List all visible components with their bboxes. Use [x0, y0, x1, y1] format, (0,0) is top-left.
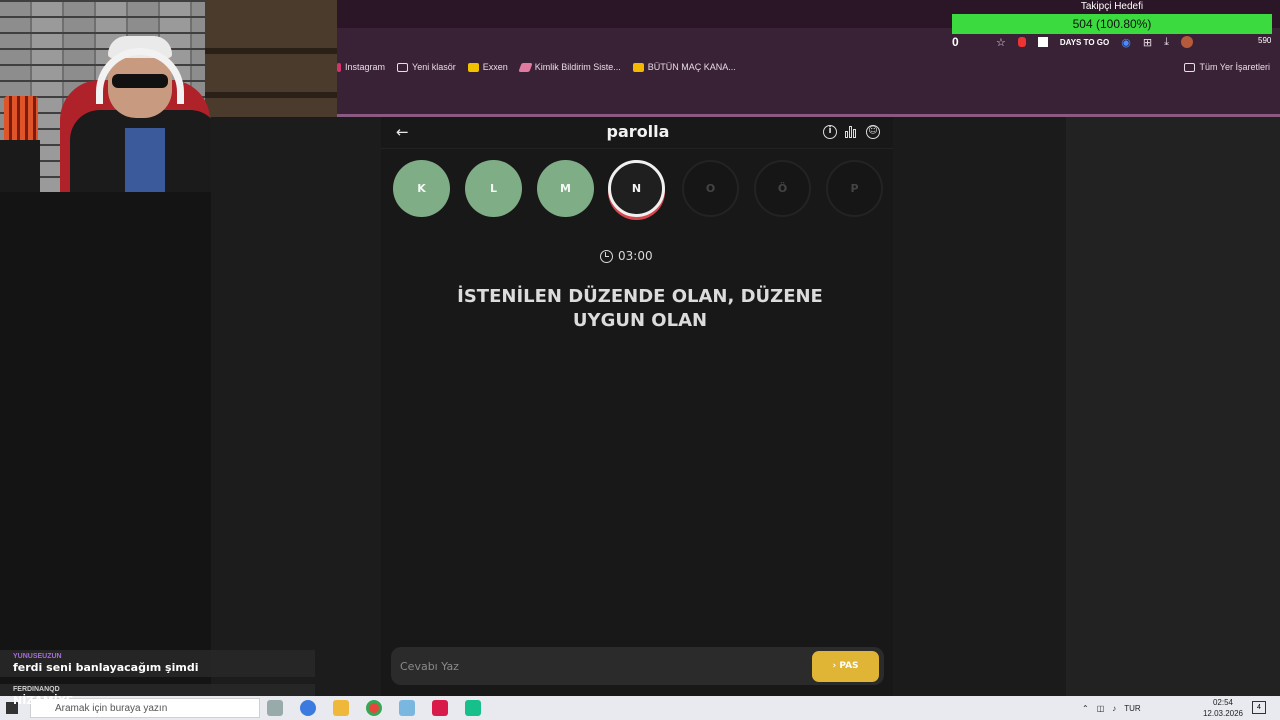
streak-number: 590: [1258, 36, 1272, 45]
goal-title: Takipçi Hedefi: [1080, 1, 1144, 12]
chat-message: YUNUSEUZUN ferdi seni banlayacağım şimdi: [0, 650, 315, 677]
bookmark-mac[interactable]: BÜTÜN MAÇ KANA...: [632, 62, 736, 72]
system-tray: ⌃ ◫ ♪ TUR: [1082, 700, 1141, 716]
chrome-icon[interactable]: [366, 700, 382, 716]
app-icon[interactable]: [399, 700, 415, 716]
bookmark-instagram[interactable]: Instagram: [337, 62, 385, 72]
letter-l: L: [465, 160, 522, 217]
clock-icon: [600, 249, 613, 263]
letter-k: K: [393, 160, 450, 217]
extension-red-icon[interactable]: [1017, 37, 1026, 47]
letter-m: M: [537, 160, 594, 217]
jp-icon: [632, 62, 644, 72]
chevron-up-icon[interactable]: ⌃: [1082, 704, 1089, 713]
right-margin: [893, 117, 1066, 696]
chat-text: ferdi seni banlayacağım şimdi: [13, 661, 199, 674]
star-icon[interactable]: ☆: [996, 36, 1006, 49]
sunglasses: [112, 74, 168, 88]
bookmark-exxen[interactable]: Exxen: [467, 62, 508, 72]
shelf-board: [205, 92, 337, 98]
task-view-icon[interactable]: [267, 700, 283, 716]
right-panel: [1066, 117, 1280, 696]
timer: 03:00: [600, 247, 680, 265]
audio-icon[interactable]: ◉: [1121, 36, 1131, 49]
bookmark-kimlik[interactable]: Kimlik Bildirim Siste...: [518, 62, 621, 72]
letter-o: O: [682, 160, 739, 217]
timer-value: 03:00: [618, 249, 653, 263]
taskbar-clock[interactable]: 02:54 12.03.2026: [1198, 697, 1248, 719]
left-panel: [0, 192, 211, 696]
speaker-icon[interactable]: ♪: [1112, 704, 1116, 713]
goal-progress-bar: 504 (100.80%): [952, 14, 1272, 34]
bookmark-folder[interactable]: Yeni klasör: [397, 62, 456, 72]
folder-icon: [1184, 62, 1196, 72]
language-indicator[interactable]: TUR: [1124, 704, 1140, 713]
streamer-shirt: [125, 128, 165, 192]
browser-content-header: [337, 80, 1280, 117]
app-icon[interactable]: [432, 700, 448, 716]
browser-action-icons: ☆ DAYS TO GO ◉ ⊞ ⤓: [996, 34, 1193, 50]
folder-icon: [397, 62, 409, 72]
days-to-go-extension[interactable]: DAYS TO GO: [1060, 38, 1109, 47]
shelf-board: [205, 48, 337, 54]
microphone: [0, 140, 40, 192]
chat-username: FERDINANQD: [13, 686, 60, 693]
user-icon[interactable]: ☺: [866, 125, 880, 139]
profile-avatar[interactable]: [1180, 36, 1193, 48]
question-line-1: İSTENİLEN DÜZENDE OLAN, DÜZENE: [457, 286, 823, 307]
bookmarks-bar: Instagram Yeni klasör Exxen Kimlik Bildi…: [337, 54, 1280, 80]
chat-text: NİZAMİYE: [13, 694, 74, 707]
file-explorer-icon[interactable]: [333, 700, 349, 716]
answer-input[interactable]: [400, 652, 800, 680]
bookmark-all[interactable]: Tüm Yer İşaretleri: [1184, 62, 1270, 72]
question-text: İSTENİLEN DÜZENDE OLAN, DÜZENE UYGUN OLA…: [430, 285, 850, 333]
stats-icon[interactable]: [844, 125, 858, 139]
network-icon[interactable]: ◫: [1097, 704, 1105, 713]
exxen-icon: [467, 62, 479, 72]
goal-counter: 0: [952, 35, 959, 49]
instagram-icon: [337, 62, 341, 72]
app-logo: parolla: [606, 122, 670, 141]
app-icon[interactable]: [465, 700, 481, 716]
letter-n: N: [608, 160, 665, 217]
left-margin: [211, 117, 381, 696]
link-icon: [518, 62, 533, 72]
chat-username: YUNUSEUZUN: [13, 653, 62, 660]
extension-white-icon[interactable]: [1037, 37, 1048, 47]
info-icon[interactable]: i: [823, 125, 837, 139]
edge-icon[interactable]: [300, 700, 316, 716]
question-line-2: UYGUN OLAN: [572, 310, 708, 331]
pass-button[interactable]: › PAS: [812, 651, 879, 682]
download-icon[interactable]: ⤓: [1164, 35, 1169, 49]
notification-icon[interactable]: 4: [1252, 701, 1266, 714]
puzzle-icon[interactable]: ⊞: [1143, 36, 1152, 49]
back-arrow-icon[interactable]: ←: [396, 122, 414, 142]
letter-p: P: [826, 160, 883, 217]
letter-o-umlaut: Ö: [754, 160, 811, 217]
